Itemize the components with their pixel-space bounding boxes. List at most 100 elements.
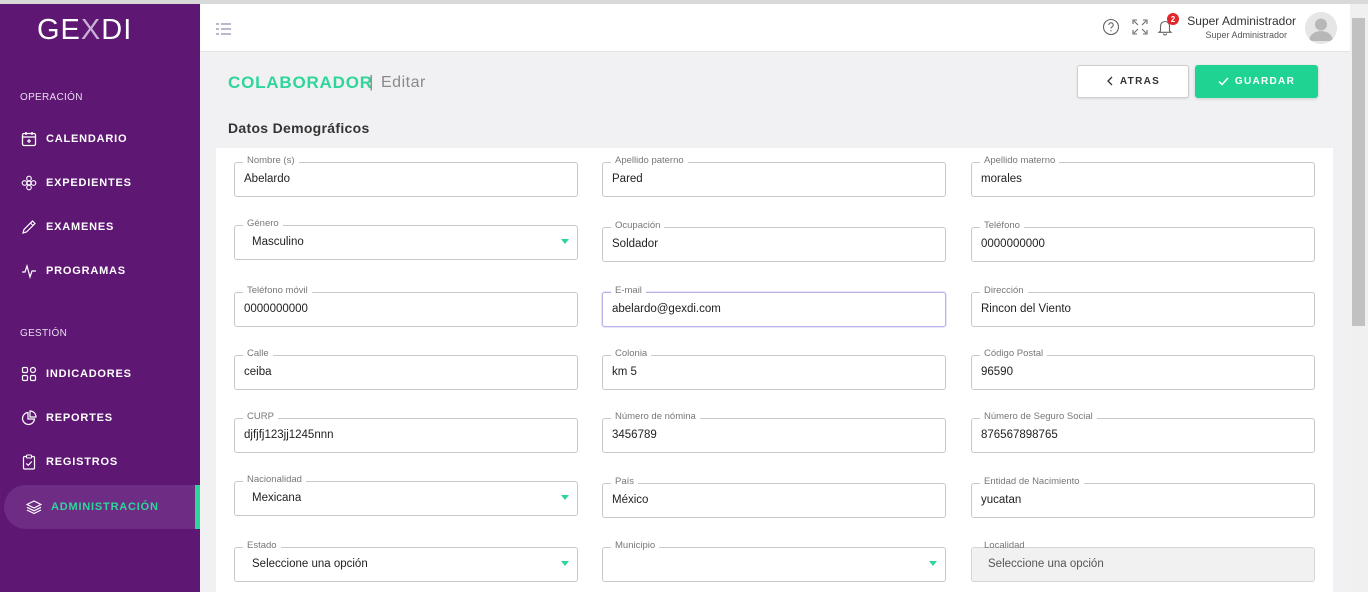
telefono-field[interactable]: Teléfono 0000000000: [971, 220, 1315, 262]
field-label: Estado: [243, 540, 281, 551]
direccion-field[interactable]: Dirección Rincon del Viento: [971, 285, 1315, 327]
sidebar-item-label: REPORTES: [46, 412, 113, 424]
nss-field[interactable]: Número de Seguro Social 876567898765: [971, 411, 1315, 453]
field-label: E-mail: [611, 285, 646, 296]
sidebar-item-examenes[interactable]: EXAMENES: [0, 205, 200, 249]
save-button[interactable]: GUARDAR: [1195, 65, 1318, 98]
field-value: Masculino: [252, 236, 304, 248]
clipboard-icon: [21, 454, 37, 470]
field-label: Apellido paterno: [611, 155, 688, 166]
sidebar-item-label: REGISTROS: [46, 456, 118, 468]
help-icon[interactable]: [1102, 18, 1120, 36]
sidebar-item-label: EXPEDIENTES: [46, 177, 132, 189]
sidebar-item-administracion[interactable]: ADMINISTRACIÓN: [4, 485, 200, 529]
sidebar-item-label: ADMINISTRACIÓN: [51, 501, 159, 513]
back-button[interactable]: ATRAS: [1077, 65, 1189, 98]
page-subtitle: Editar: [381, 74, 426, 91]
pais-field[interactable]: País México: [602, 476, 946, 518]
sidebar-item-indicadores[interactable]: INDICADORES: [0, 352, 200, 396]
field-value: djfjfj123jj1245nnn: [244, 429, 334, 441]
nacionalidad-select[interactable]: Nacionalidad Mexicana: [234, 474, 578, 516]
field-label: Entidad de Nacimiento: [980, 476, 1084, 487]
colonia-field[interactable]: Colonia km 5: [602, 348, 946, 390]
telefono-movil-field[interactable]: Teléfono móvil 0000000000: [234, 285, 578, 327]
sidebar-item-calendario[interactable]: CALENDARIO: [0, 117, 200, 161]
field-label: Nombre (s): [243, 155, 299, 166]
avatar[interactable]: [1305, 12, 1337, 44]
nombre-field[interactable]: Nombre (s) Abelardo: [234, 155, 578, 197]
field-label: Número de Seguro Social: [980, 411, 1097, 422]
field-value: 96590: [981, 366, 1013, 378]
sidebar-item-label: CALENDARIO: [46, 133, 128, 145]
email-field[interactable]: E-mail abelardo@gexdi.com: [602, 285, 946, 327]
field-value: 876567898765: [981, 429, 1058, 441]
pulse-icon: [21, 263, 37, 279]
field-value: morales: [981, 173, 1022, 185]
field-label: Municipio: [611, 540, 660, 551]
title-separator: |: [369, 72, 374, 91]
field-label: Ocupación: [611, 220, 665, 231]
field-value: 0000000000: [981, 238, 1045, 250]
sidebar-item-expedientes[interactable]: EXPEDIENTES: [0, 161, 200, 205]
dropdown-caret-icon: [929, 561, 937, 566]
fullscreen-icon[interactable]: [1131, 18, 1149, 36]
field-value: ceiba: [244, 366, 272, 378]
field-label: Apellido materno: [980, 155, 1060, 166]
genero-select[interactable]: Género Masculino: [234, 218, 578, 260]
page-title: COLABORADOR: [228, 73, 373, 92]
sidebar-item-reportes[interactable]: REPORTES: [0, 396, 200, 440]
calle-field[interactable]: Calle ceiba: [234, 348, 578, 390]
entidad-nacimiento-field[interactable]: Entidad de Nacimiento yucatan: [971, 476, 1315, 518]
field-label: Teléfono móvil: [243, 285, 312, 296]
pie-chart-icon: [21, 410, 37, 426]
user-role: Super Administrador: [1205, 30, 1287, 40]
codigo-postal-field[interactable]: Código Postal 96590: [971, 348, 1315, 390]
grid-icon: [21, 366, 37, 382]
field-label: Teléfono: [980, 220, 1024, 231]
field-value: Soldador: [612, 238, 659, 250]
user-name[interactable]: Super Administrador: [1187, 14, 1296, 28]
pencil-icon: [21, 219, 37, 235]
estado-select[interactable]: Estado Seleccione una opción: [234, 540, 578, 582]
apellido-materno-field[interactable]: Apellido materno morales: [971, 155, 1315, 197]
layers-icon: [26, 499, 42, 515]
sidebar-item-label: PROGRAMAS: [46, 265, 126, 277]
field-label: Código Postal: [980, 348, 1048, 359]
ocupacion-field[interactable]: Ocupación Soldador: [602, 220, 946, 262]
field-value: km 5: [612, 366, 637, 378]
field-label: Dirección: [980, 285, 1028, 296]
scrollbar-thumb[interactable]: [1352, 18, 1365, 326]
localidad-select[interactable]: Localidad Seleccione una opción: [971, 540, 1315, 582]
save-button-label: GUARDAR: [1234, 76, 1296, 87]
field-label: CURP: [243, 411, 278, 422]
numero-nomina-field[interactable]: Número de nómina 3456789: [602, 411, 946, 453]
field-label: Calle: [243, 348, 273, 359]
dropdown-caret-icon: [561, 561, 569, 566]
field-value: Rincon del Viento: [981, 303, 1071, 315]
chevron-left-icon: [1106, 73, 1114, 91]
sidebar-item-label: INDICADORES: [46, 368, 132, 380]
top-header: 2 Super Administrador Super Administrado…: [200, 4, 1350, 52]
field-value: yucatan: [981, 494, 1022, 506]
field-label: Colonia: [611, 348, 652, 359]
field-value: abelardo@gexdi.com: [612, 303, 721, 315]
field-value: Mexicana: [252, 492, 302, 504]
apellido-paterno-field[interactable]: Apellido paterno Pared: [602, 155, 946, 197]
field-label: Nacionalidad: [243, 474, 306, 485]
curp-field[interactable]: CURP djfjfj123jj1245nnn: [234, 411, 578, 453]
dropdown-caret-icon: [561, 495, 569, 500]
field-value: Seleccione una opción: [252, 558, 368, 570]
municipio-select[interactable]: Municipio: [602, 540, 946, 582]
field-label: Localidad: [984, 540, 1025, 551]
check-icon: [1218, 73, 1229, 91]
sidebar-item-registros[interactable]: REGISTROS: [0, 440, 200, 484]
menu-toggle-icon[interactable]: [216, 22, 232, 35]
app-logo[interactable]: GEXDI: [37, 14, 132, 47]
flower-icon: [21, 175, 37, 191]
field-value: Abelardo: [244, 173, 291, 185]
sidebar-item-programas[interactable]: PROGRAMAS: [0, 249, 200, 293]
notification-badge: 2: [1167, 13, 1179, 25]
sidebar-section-gestion: GESTIÓN: [20, 328, 68, 339]
logo-x-mark: X: [80, 14, 102, 46]
sidebar-section-operacion: OPERACIÓN: [20, 92, 83, 103]
